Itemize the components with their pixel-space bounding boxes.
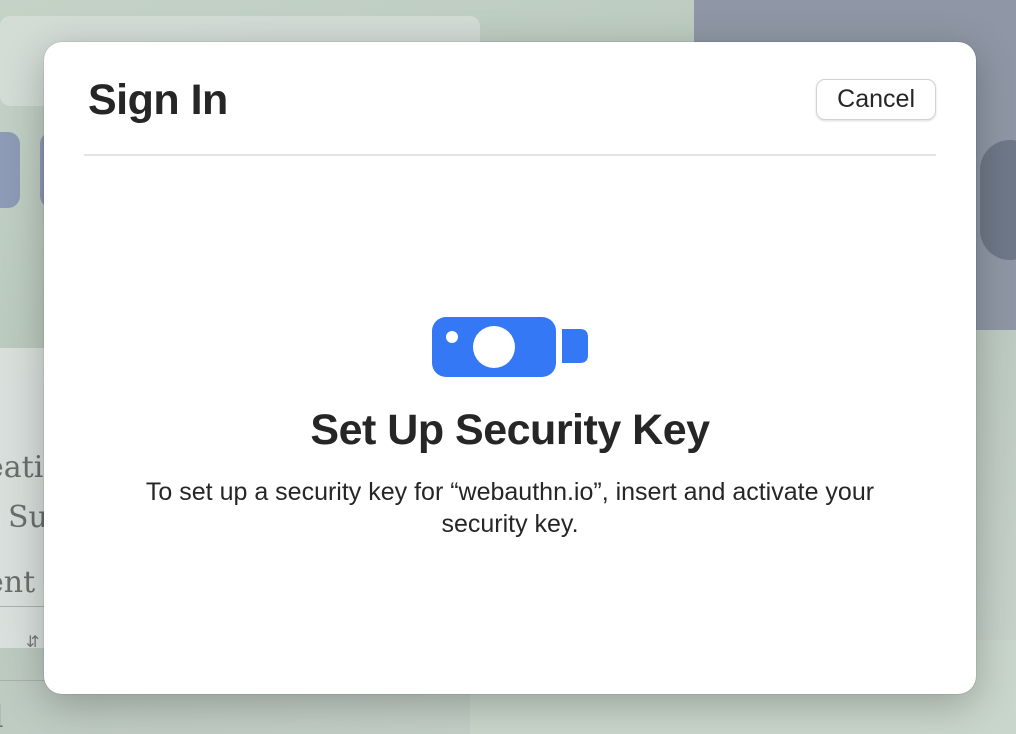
sort-arrows-icon: ⇵ [26, 634, 40, 651]
cancel-button[interactable]: Cancel [816, 79, 936, 120]
security-key-icon [432, 317, 588, 377]
sign-in-dialog: Sign In Cancel Set Up Security Key To se… [44, 42, 976, 694]
background-text: eati [0, 450, 44, 485]
background-shape [980, 140, 1016, 260]
header-divider [84, 154, 936, 156]
background-text: l [0, 700, 4, 734]
background-text: ent [0, 565, 36, 600]
setup-description: To set up a security key for “webauthn.i… [145, 478, 875, 538]
setup-heading: Set Up Security Key [310, 406, 710, 454]
dialog-title: Sign In [88, 76, 228, 124]
background-button [0, 132, 20, 208]
background-text: Su [8, 500, 48, 535]
